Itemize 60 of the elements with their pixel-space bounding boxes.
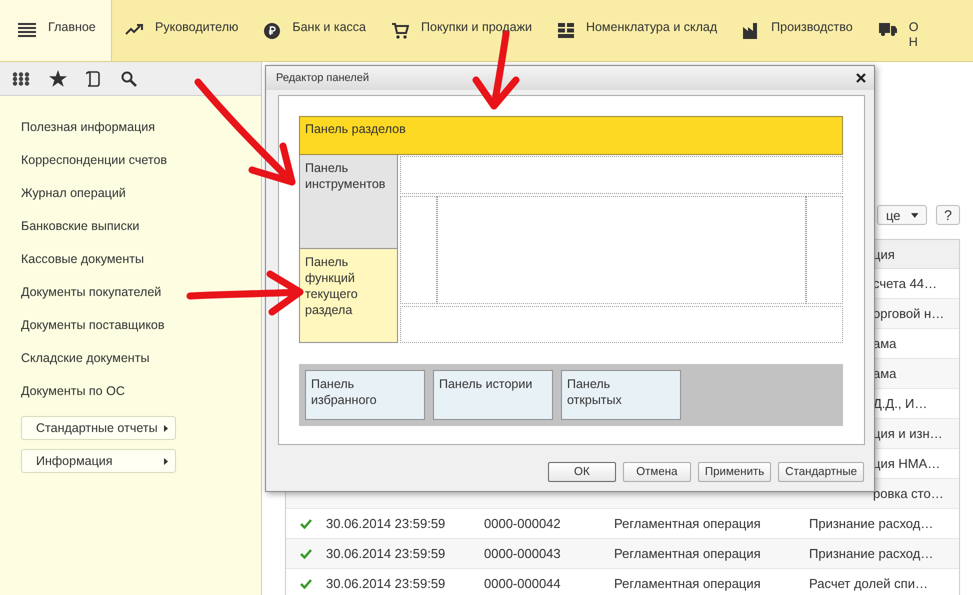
factory-icon xyxy=(743,23,760,39)
section-tab[interactable]: Главное xyxy=(0,0,112,61)
star-icon[interactable] xyxy=(49,70,67,87)
menu-icon xyxy=(18,23,36,37)
dropdown[interactable]: це xyxy=(877,205,927,225)
table-cell: 0000-000043 xyxy=(484,546,561,561)
dialog-button[interactable]: ОК xyxy=(548,462,616,482)
cart-icon xyxy=(392,23,410,39)
table-cell: Регламентная операция xyxy=(614,546,761,561)
sidebar-link[interactable]: Документы поставщиков xyxy=(21,317,261,350)
section-tab[interactable]: Банк и касса xyxy=(251,0,380,61)
panel-block[interactable]: Панель истории xyxy=(433,370,553,420)
table-cell: 30.06.2014 23:59:59 xyxy=(326,546,446,561)
tools-panel[interactable]: Панель инструментов xyxy=(299,155,398,249)
search-icon[interactable] xyxy=(121,70,137,86)
help-button[interactable]: ? xyxy=(936,205,960,225)
scroll-icon[interactable] xyxy=(86,70,102,86)
table-cell: орговой н… xyxy=(873,306,944,321)
caret-icon xyxy=(164,458,168,464)
table-cell: Расчет долей спи… xyxy=(809,576,928,591)
sidebar-link[interactable]: Полезная информация xyxy=(21,119,261,152)
apps-grid-icon[interactable] xyxy=(12,72,30,86)
section-tab[interactable]: Номенклатура и склад xyxy=(544,0,730,61)
table-cell: 30.06.2014 23:59:59 xyxy=(326,516,446,531)
dialog-button[interactable]: Стандартные xyxy=(778,462,864,482)
table-cell: ровка сто… xyxy=(873,486,944,501)
submenu-button[interactable]: Информация xyxy=(21,449,176,473)
close-icon[interactable] xyxy=(856,73,866,83)
panel-block[interactable]: Панель открытых xyxy=(561,370,681,420)
dialog-button[interactable]: Отмена xyxy=(622,462,691,482)
trend-arrow-icon xyxy=(125,23,143,35)
truck-icon xyxy=(878,23,897,36)
section-tab[interactable]: О Н xyxy=(866,0,934,61)
dialog-button[interactable]: Применить xyxy=(698,462,772,482)
sidebar-link[interactable]: Документы покупателей xyxy=(21,284,261,317)
sidebar-link[interactable]: Складские документы xyxy=(21,350,261,383)
table-cell: Признание расход… xyxy=(809,546,934,561)
sections-panel[interactable]: Панель разделов xyxy=(299,116,843,155)
table-cell: Признание расход… xyxy=(809,516,934,531)
grid-icon xyxy=(558,23,574,38)
caret-icon xyxy=(910,212,918,218)
table-cell: 0000-000044 xyxy=(484,576,561,591)
sidebar-link[interactable]: Банковские выписки xyxy=(21,218,261,251)
sidebar-link[interactable]: Корреспонденции счетов xyxy=(21,152,261,185)
caret-icon xyxy=(164,424,168,432)
ruble-coin-icon xyxy=(264,23,280,39)
table-cell: Регламентная операция xyxy=(614,576,761,591)
section-tab[interactable]: Покупки и продажи xyxy=(379,0,545,61)
sidebar-link[interactable]: Кассовые документы xyxy=(21,251,261,284)
submenu-button[interactable]: Стандартные отчеты xyxy=(21,416,176,440)
section-tab[interactable]: Производство xyxy=(730,0,866,61)
table-cell: 0000-000042 xyxy=(484,516,561,531)
section-tab[interactable]: Руководителю xyxy=(112,0,252,61)
sidebar-link[interactable]: Журнал операций xyxy=(21,185,261,218)
table-cell: 30.06.2014 23:59:59 xyxy=(326,576,446,591)
table-cell: Регламентная операция xyxy=(614,516,761,531)
dialog-title: Редактор панелей xyxy=(276,72,369,84)
panel-block[interactable]: Панель избранного xyxy=(305,370,425,420)
sidebar-link[interactable]: Документы по ОС xyxy=(21,383,261,416)
functions-panel[interactable]: Панель функций текущего раздела xyxy=(299,249,398,343)
